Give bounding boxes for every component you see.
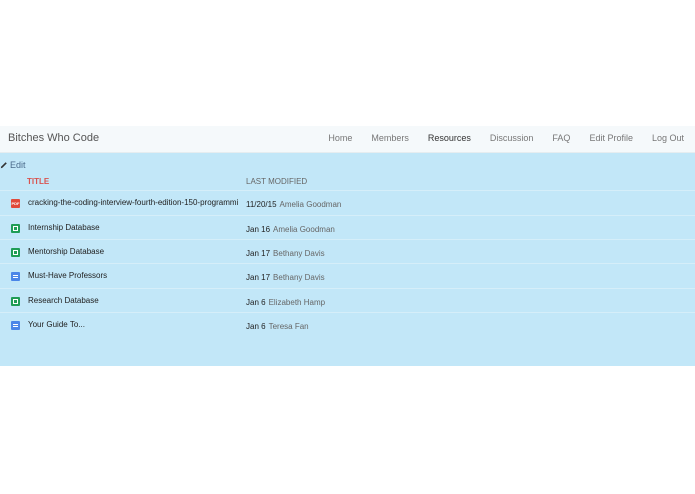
pdf-icon: PDF — [11, 199, 20, 208]
nav-members[interactable]: Members — [371, 133, 409, 143]
spreadsheet-icon — [11, 224, 20, 233]
column-header-title[interactable]: TITLE — [27, 177, 49, 186]
resource-row[interactable]: Internship Database Jan 16 Amelia Goodman — [0, 215, 695, 240]
modified-by: Amelia Goodman — [279, 200, 342, 209]
pencil-icon — [0, 162, 7, 169]
resource-row[interactable]: PDF cracking-the-coding-interview-fourth… — [0, 190, 695, 215]
resource-title[interactable]: Internship Database — [28, 223, 100, 232]
brand-name[interactable]: Bitches Who Code — [8, 132, 99, 144]
modified-date: Jan 17 — [246, 249, 271, 258]
spreadsheet-icon — [11, 297, 20, 306]
nav-edit-profile[interactable]: Edit Profile — [589, 133, 633, 143]
modified-by: Bethany Davis — [273, 249, 325, 258]
modified-date: Jan 6 — [246, 322, 266, 331]
edit-button[interactable]: Edit — [0, 160, 26, 170]
modified-date: Jan 16 — [246, 225, 271, 234]
nav-links: Home Members Resources Discussion FAQ Ed… — [309, 133, 684, 143]
resource-title[interactable]: Mentorship Database — [28, 247, 104, 256]
resource-modified: Jan 17 Bethany Davis — [246, 273, 325, 282]
top-navbar: Bitches Who Code Home Members Resources … — [0, 126, 695, 153]
resource-row[interactable]: Mentorship Database Jan 17 Bethany Davis — [0, 239, 695, 264]
modified-by: Bethany Davis — [273, 273, 325, 282]
modified-date: Jan 6 — [246, 298, 266, 307]
resources-panel: Edit TITLE LAST MODIFIED PDF cracking-th… — [0, 153, 695, 366]
resource-row[interactable]: Must-Have Professors Jan 17 Bethany Davis — [0, 263, 695, 288]
resource-modified: Jan 16 Amelia Goodman — [246, 225, 335, 234]
edit-label: Edit — [10, 160, 26, 170]
resource-title[interactable]: Research Database — [28, 296, 99, 305]
spreadsheet-icon — [11, 248, 20, 257]
modified-by: Elizabeth Hamp — [268, 298, 326, 307]
column-header-last-modified[interactable]: LAST MODIFIED — [246, 177, 307, 186]
nav-resources[interactable]: Resources — [428, 133, 471, 143]
resource-title[interactable]: cracking-the-coding-interview-fourth-edi… — [28, 198, 238, 207]
resource-title[interactable]: Your Guide To... — [28, 320, 85, 329]
nav-discussion[interactable]: Discussion — [490, 133, 534, 143]
modified-date: Jan 17 — [246, 273, 271, 282]
resource-title[interactable]: Must-Have Professors — [28, 271, 107, 280]
document-icon — [11, 321, 20, 330]
nav-log-out[interactable]: Log Out — [652, 133, 684, 143]
resource-row[interactable]: Research Database Jan 6 Elizabeth Hamp — [0, 288, 695, 313]
modified-date: 11/20/15 — [246, 200, 277, 209]
resource-modified: Jan 6 Teresa Fan — [246, 322, 309, 331]
resource-modified: 11/20/15 Amelia Goodman — [246, 200, 341, 209]
document-icon — [11, 272, 20, 281]
resource-row[interactable]: Your Guide To... Jan 6 Teresa Fan — [0, 312, 695, 337]
nav-home[interactable]: Home — [328, 133, 352, 143]
nav-faq[interactable]: FAQ — [552, 133, 570, 143]
modified-by: Amelia Goodman — [273, 225, 335, 234]
modified-by: Teresa Fan — [268, 322, 309, 331]
resource-modified: Jan 17 Bethany Davis — [246, 249, 325, 258]
resource-modified: Jan 6 Elizabeth Hamp — [246, 298, 325, 307]
